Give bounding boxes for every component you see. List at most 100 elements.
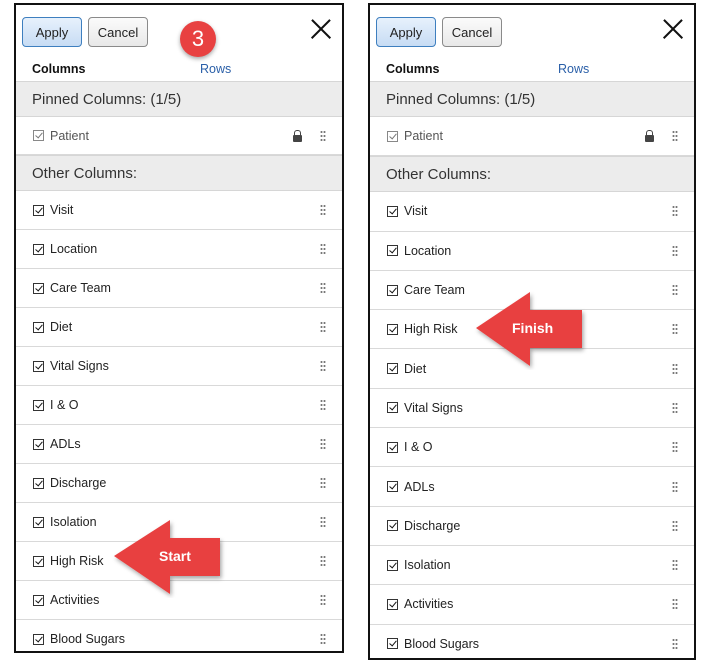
drag-handle-icon[interactable] — [672, 519, 678, 532]
column-label: ADLs — [404, 479, 435, 494]
checkbox-checked-icon[interactable] — [387, 559, 398, 571]
drag-handle-icon[interactable] — [672, 559, 678, 572]
column-label: Activities — [404, 597, 454, 612]
drag-handle-icon[interactable] — [320, 438, 326, 450]
column-row[interactable]: Discharge — [16, 464, 342, 503]
drag-handle-icon[interactable] — [672, 598, 678, 611]
column-label: Activities — [50, 593, 100, 607]
checkbox-checked-icon[interactable] — [387, 205, 398, 217]
tab-columns[interactable]: Columns — [386, 62, 439, 76]
column-row[interactable]: Isolation — [370, 546, 694, 586]
column-row[interactable]: Activities — [370, 585, 694, 625]
drag-handle-icon[interactable] — [320, 477, 326, 489]
column-row[interactable]: Blood Sugars — [16, 620, 342, 651]
checkbox-checked-icon[interactable] — [387, 638, 398, 650]
column-label: Vital Signs — [50, 359, 109, 373]
column-row[interactable]: I & O — [370, 428, 694, 468]
column-row[interactable]: Diet — [16, 308, 342, 347]
drag-handle-icon[interactable] — [672, 244, 678, 257]
drag-handle-icon[interactable] — [320, 282, 326, 294]
checkbox-checked-icon[interactable] — [33, 321, 44, 333]
column-label: I & O — [404, 440, 433, 455]
checkbox-checked-icon[interactable] — [33, 282, 44, 294]
column-label: ADLs — [50, 437, 81, 451]
drag-handle-icon[interactable] — [672, 480, 678, 493]
drag-handle-icon[interactable] — [320, 555, 326, 567]
drag-handle-icon[interactable] — [672, 284, 678, 297]
drag-handle-icon[interactable] — [320, 360, 326, 372]
checkbox-checked-icon[interactable] — [33, 594, 44, 606]
column-row[interactable]: Visit — [370, 192, 694, 232]
column-row[interactable]: Location — [16, 230, 342, 269]
drag-handle-icon — [320, 129, 326, 142]
checkbox-checked-icon[interactable] — [387, 598, 398, 610]
drag-handle-icon[interactable] — [672, 205, 678, 218]
drag-handle-icon[interactable] — [320, 594, 326, 606]
drag-handle-icon[interactable] — [672, 637, 678, 650]
column-row[interactable]: ADLs — [370, 467, 694, 507]
checkbox-checked-icon[interactable] — [387, 520, 398, 532]
column-label: Diet — [50, 320, 73, 334]
column-row[interactable]: Care Team — [16, 269, 342, 308]
cancel-button[interactable]: Cancel — [442, 17, 502, 47]
column-row[interactable]: Visit — [16, 191, 342, 230]
drag-handle-icon[interactable] — [320, 321, 326, 333]
column-label: Isolation — [404, 558, 451, 573]
close-icon[interactable] — [310, 18, 332, 40]
column-label: Patient — [50, 128, 89, 143]
drag-handle-icon[interactable] — [320, 516, 326, 528]
drag-handle-icon[interactable] — [320, 204, 326, 216]
tab-columns[interactable]: Columns — [32, 62, 85, 76]
checkbox-checked-icon[interactable] — [33, 438, 44, 450]
panel-toolbar: Apply Cancel — [370, 5, 694, 57]
checkbox-checked-icon[interactable] — [33, 555, 44, 567]
column-row[interactable]: Vital Signs — [16, 347, 342, 386]
checkbox-checked-icon[interactable] — [33, 204, 44, 216]
drag-handle-icon[interactable] — [320, 399, 326, 411]
tab-rows[interactable]: Rows — [200, 62, 231, 76]
column-label: High Risk — [50, 554, 104, 568]
drag-handle-icon[interactable] — [320, 633, 326, 645]
start-label: Start — [159, 548, 191, 564]
pinned-columns-header: Pinned Columns: (1/5) — [16, 81, 342, 117]
column-label: I & O — [50, 398, 79, 412]
checkbox-checked-icon[interactable] — [387, 284, 398, 296]
drag-handle-icon[interactable] — [320, 243, 326, 255]
panel-tabs: Columns Rows — [16, 57, 342, 81]
drag-handle-icon[interactable] — [672, 362, 678, 375]
checkbox-checked-icon[interactable] — [33, 243, 44, 255]
checkbox-checked-icon[interactable] — [387, 363, 398, 375]
checkbox-checked-icon[interactable] — [387, 481, 398, 493]
drag-handle-icon[interactable] — [672, 401, 678, 414]
column-label: Care Team — [50, 281, 111, 295]
checkbox-checked-icon[interactable] — [33, 399, 44, 411]
cancel-button[interactable]: Cancel — [88, 17, 148, 47]
column-label: Patient — [404, 129, 443, 144]
column-label: Discharge — [404, 518, 461, 533]
checkbox-checked-icon[interactable] — [33, 477, 44, 489]
column-label: Discharge — [50, 476, 107, 490]
other-columns-header: Other Columns: — [16, 155, 342, 191]
checkbox-checked-icon[interactable] — [387, 323, 398, 335]
drag-handle-icon[interactable] — [672, 323, 678, 336]
drag-handle-icon[interactable] — [672, 441, 678, 454]
close-icon[interactable] — [662, 18, 684, 40]
apply-button[interactable]: Apply — [376, 17, 436, 47]
column-row[interactable]: Vital Signs — [370, 389, 694, 429]
checkbox-checked-icon[interactable] — [33, 516, 44, 528]
checkbox-checked-icon[interactable] — [33, 633, 44, 645]
apply-button[interactable]: Apply — [22, 17, 82, 47]
column-label: High Risk — [404, 322, 458, 337]
column-row[interactable]: Discharge — [370, 507, 694, 546]
column-row[interactable]: ADLs — [16, 425, 342, 464]
drag-handle-icon — [672, 130, 678, 143]
column-row[interactable]: Location — [370, 232, 694, 271]
checkbox-checked-icon[interactable] — [387, 441, 398, 453]
column-row[interactable]: Blood Sugars — [370, 625, 694, 658]
lock-icon — [645, 130, 654, 143]
column-row[interactable]: I & O — [16, 386, 342, 425]
checkbox-checked-icon[interactable] — [33, 360, 44, 372]
tab-rows[interactable]: Rows — [558, 62, 589, 76]
checkbox-checked-icon[interactable] — [387, 245, 398, 257]
checkbox-checked-icon[interactable] — [387, 402, 398, 414]
